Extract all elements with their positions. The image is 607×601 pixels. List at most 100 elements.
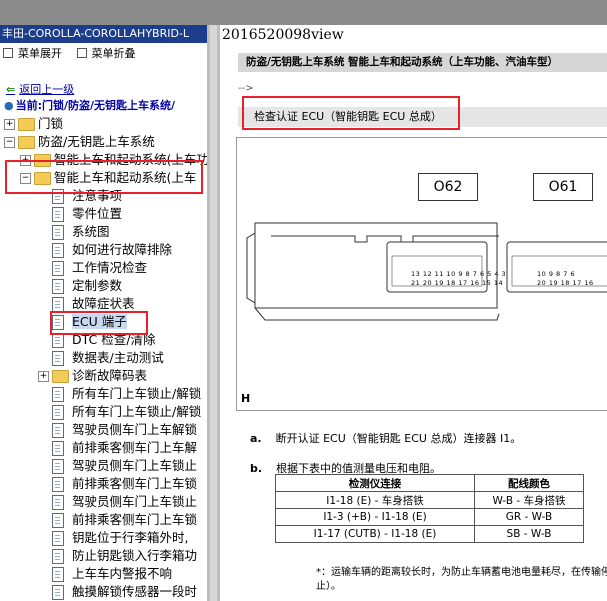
folder-icon <box>18 136 35 149</box>
table-row: I1-3 (+B) - I1-18 (E) GR - W-B <box>275 508 584 526</box>
tree-item[interactable]: 系统图 <box>52 223 110 241</box>
splitter-handle[interactable] <box>210 25 217 601</box>
tree-item[interactable]: 工作情况检查 <box>52 259 147 277</box>
tree-item-label: 定制参数 <box>72 278 123 293</box>
tree-item[interactable]: 如何进行故障排除 <box>52 241 172 259</box>
tree-item-label: 前排乘客侧车门上车锁 <box>72 512 198 527</box>
tree-item-label: 驾驶员侧车门上车解锁 <box>72 422 198 437</box>
tree-item[interactable]: 前排乘客侧车门上车锁 <box>52 475 197 493</box>
section-header: 防盗/无钥匙上车系统 智能上车和起动系统（上车功能、汽油车型） <box>238 53 607 72</box>
collapse-icon <box>76 48 87 58</box>
menu-bar: 菜单展开 菜单折叠 <box>0 45 144 63</box>
tree-item[interactable]: 前排乘客侧车门上车锁 <box>52 511 197 529</box>
document-icon <box>52 567 64 582</box>
current-path: ● 当前:门锁/防盗/无钥匙上车系统/ <box>4 97 175 113</box>
tree-item[interactable]: 所有车门上车锁止/解锁 <box>52 403 201 421</box>
table-header-connection: 检测仪连接 <box>275 474 475 492</box>
top-strip <box>0 0 607 25</box>
tree-item[interactable]: 上车车内警报不响 <box>52 565 172 583</box>
tree-item-label: 前排乘客侧车门上车解 <box>72 440 198 455</box>
diagram-label: H <box>241 392 251 405</box>
tree-item[interactable]: 所有车门上车锁止/解锁 <box>52 385 201 403</box>
table-cell: W-B - 车身搭铁 <box>474 491 584 509</box>
document-icon <box>52 279 64 294</box>
document-icon <box>52 459 64 474</box>
document-icon <box>52 585 64 600</box>
document-icon <box>52 423 64 438</box>
tree-item-label: 工作情况检查 <box>72 260 148 275</box>
tree-item-label: 触摸解锁传感器一段时 <box>72 584 198 599</box>
tree-item[interactable]: 驾驶员侧车门上车解锁 <box>52 421 197 439</box>
navigation-panel: 丰田-COROLLA-COROLLAHYBRID-L 菜单展开 菜单折叠 ⇐ 返回… <box>0 25 207 601</box>
tree-item-label: 所有车门上车锁止/解锁 <box>72 404 202 419</box>
app-title: 丰田-COROLLA-COROLLAHYBRID-L <box>0 25 207 43</box>
menu-expand-label: 菜单展开 <box>18 47 62 60</box>
tree-item-label: 驾驶员侧车门上车锁止 <box>72 494 198 509</box>
step-b-letter: b. <box>250 462 263 475</box>
arrow-text: --> <box>238 83 254 94</box>
collapse-minus-icon[interactable]: − <box>4 137 15 148</box>
tree-item-label: 故障症状表 <box>72 296 135 311</box>
document-icon <box>52 297 64 312</box>
table-cell: GR - W-B <box>474 508 584 526</box>
tree-item-label: 前排乘客侧车门上车锁 <box>72 476 198 491</box>
tree-item[interactable]: 零件位置 <box>52 205 122 223</box>
menu-collapse-label: 菜单折叠 <box>91 47 136 60</box>
back-link-label: 返回上一级 <box>19 83 75 96</box>
table-cell: I1-18 (E) - 车身搭铁 <box>275 491 475 509</box>
location-pin-icon: ● <box>4 99 14 112</box>
highlight-box-ecu-terminal <box>50 311 148 335</box>
tree-item[interactable]: 触摸解锁传感器一段时 <box>52 583 197 601</box>
tree-item-label: 零件位置 <box>72 206 123 221</box>
table-header-wire-color: 配线颜色 <box>474 474 584 492</box>
document-icon <box>52 261 64 276</box>
menu-collapse-button[interactable]: 菜单折叠 <box>76 45 136 61</box>
expand-plus-icon[interactable]: + <box>38 371 49 382</box>
tree-item-label: 数据表/主动测试 <box>72 350 164 365</box>
document-icon <box>52 351 64 366</box>
back-arrow-icon: ⇐ <box>6 83 16 96</box>
highlight-box-procedure <box>242 96 460 130</box>
tree-item-label: 防止钥匙锁入行李箱功 <box>72 548 198 563</box>
tree-item[interactable]: 防止钥匙锁入行李箱功 <box>52 547 197 565</box>
expand-plus-icon[interactable]: + <box>4 119 15 130</box>
document-icon <box>52 405 64 420</box>
document-icon <box>52 477 64 492</box>
document-icon <box>52 207 64 222</box>
pin-row2-bottom: 20 19 18 17 16 <box>537 279 594 287</box>
tree-item[interactable]: − 防盗/无钥匙上车系统 <box>4 133 155 151</box>
tree-item[interactable]: 数据表/主动测试 <box>52 349 164 367</box>
current-path-label: 当前:门锁/防盗/无钥匙上车系统/ <box>15 99 176 112</box>
tree-item-label: 如何进行故障排除 <box>72 242 173 257</box>
tree-item-label: 门锁 <box>38 116 64 131</box>
table-header-row: 检测仪连接 配线颜色 <box>275 474 584 492</box>
back-link[interactable]: ⇐ 返回上一级 <box>6 81 74 97</box>
tree-item[interactable]: 驾驶员侧车门上车锁止 <box>52 457 197 475</box>
step-a: a. 断开认证 ECU（智能钥匙 ECU 总成）连接器 I1。 <box>250 430 521 446</box>
footnote: *：运输车辆的距离较长时，为防止车辆蓄电池电量耗尽，在传输停止）。 <box>316 567 607 592</box>
menu-expand-button[interactable]: 菜单展开 <box>3 45 62 61</box>
table-cell: I1-3 (+B) - I1-18 (E) <box>275 508 475 526</box>
pin-row2-top: 10 9 8 7 6 <box>537 270 576 278</box>
expand-icon <box>3 48 13 58</box>
measurement-table: 检测仪连接 配线颜色 I1-18 (E) - 车身搭铁 W-B - 车身搭铁 I… <box>275 474 584 543</box>
tree-item-label: 防盗/无钥匙上车系统 <box>38 134 155 149</box>
panel-splitter[interactable] <box>207 25 220 601</box>
tree-item[interactable]: 定制参数 <box>52 277 122 295</box>
pin-row-mid: 13 12 11 10 9 8 7 6 5 4 3 <box>411 270 507 278</box>
document-icon <box>52 531 64 546</box>
tree-item-label: 驾驶员侧车门上车锁止 <box>72 458 198 473</box>
folder-icon <box>18 118 35 131</box>
pin-numbers-o61: 10 9 8 7 6 20 19 18 17 16 <box>537 270 594 288</box>
step-a-text: 断开认证 ECU（智能钥匙 ECU 总成）连接器 I1。 <box>275 432 522 445</box>
tree-item-label: 所有车门上车锁止/解锁 <box>72 386 202 401</box>
view-title: 2016520098view <box>222 27 344 43</box>
tree-item[interactable]: 钥匙位于行李箱外时, <box>52 529 188 547</box>
document-icon <box>52 495 64 510</box>
tree-item-label: 上车车内警报不响 <box>72 566 173 581</box>
document-icon <box>52 549 64 564</box>
tree-item[interactable]: 前排乘客侧车门上车解 <box>52 439 197 457</box>
tree-item[interactable]: + 门锁 <box>4 115 63 133</box>
tree-item[interactable]: 驾驶员侧车门上车锁止 <box>52 493 197 511</box>
tree-item[interactable]: + 诊断故障码表 <box>38 367 147 385</box>
